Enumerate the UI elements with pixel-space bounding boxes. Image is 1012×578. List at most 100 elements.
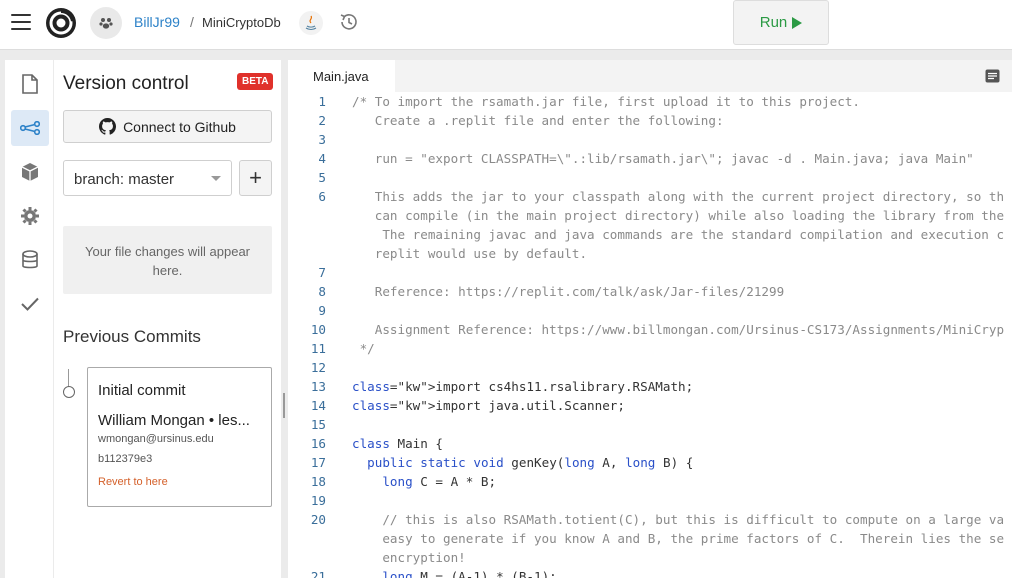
line-text: /* To import the rsamath.jar file, first… [352, 94, 860, 109]
line-number: 18 [310, 474, 326, 489]
commit-author: William Mongan • les... [98, 412, 250, 429]
line-number: 12 [310, 360, 326, 375]
line-text: class Main { [352, 436, 443, 451]
line-number: 2 [318, 113, 326, 128]
code-line: 9 [288, 301, 1012, 320]
line-text: replit would use by default. [352, 246, 588, 261]
settings-gear-icon[interactable] [11, 198, 49, 234]
path-separator: / [190, 14, 194, 30]
code-line: 10 Assignment Reference: https://www.bil… [288, 320, 1012, 339]
line-number: 5 [318, 170, 326, 185]
replit-logo-icon[interactable] [45, 7, 77, 39]
line-text: This adds the jar to your classpath alon… [352, 189, 1005, 204]
line-number: 9 [318, 303, 326, 318]
code-line: 19 [288, 491, 1012, 510]
line-text: public static void genKey(long A, long B… [367, 455, 694, 470]
code-line: 12 [288, 358, 1012, 377]
code-line: 13 class="kw">import cs4hs11.rsalibrary.R… [288, 377, 1012, 396]
changes-placeholder: Your file changes will appear here. [63, 226, 272, 294]
commit-card[interactable]: Initial commit William Mongan • les... w… [87, 367, 272, 507]
code-line: 14 class="kw">import java.util.Scanner; [288, 396, 1012, 415]
line-number: 20 [310, 512, 326, 527]
beta-badge: BETA [237, 73, 274, 90]
tab-main-java[interactable]: Main.java [288, 60, 395, 92]
code-line: 7 [288, 263, 1012, 282]
commit-email: wmongan@ursinus.edu [98, 433, 214, 445]
code-line: can compile (in the main project directo… [288, 206, 1012, 225]
branch-select[interactable]: branch: master [63, 160, 232, 196]
unit-tests-check-icon[interactable] [11, 286, 49, 322]
panel-title: Version control [63, 73, 189, 94]
line-text: */ [352, 341, 375, 356]
line-number: 3 [318, 132, 326, 147]
run-label: Run [759, 14, 788, 31]
hamburger-menu-icon[interactable] [11, 14, 31, 30]
previous-commits-heading: Previous Commits [63, 327, 201, 346]
chevron-down-icon [211, 176, 221, 181]
code-line: 3 [288, 130, 1012, 149]
line-text: easy to generate if you know A and B, th… [352, 531, 1005, 546]
line-number: 21 [310, 569, 326, 578]
code-line: 4 run = "export CLASSPATH=\".:lib/rsamat… [288, 149, 1012, 168]
line-text: Assignment Reference: https://www.billmo… [352, 322, 1005, 337]
commit-message: Initial commit [98, 382, 186, 399]
code-line: The remaining javac and java commands ar… [288, 225, 1012, 244]
line-text: The remaining javac and java commands ar… [352, 227, 1005, 242]
code-line: 2 Create a .replit file and enter the fo… [288, 111, 1012, 130]
branch-value: branch: master [74, 171, 175, 188]
history-icon[interactable] [338, 11, 360, 33]
owner-link[interactable]: BillJr99 [134, 14, 180, 30]
line-number: 13 [310, 379, 326, 394]
line-number: 16 [310, 436, 326, 451]
commit-hash: b112379e3 [98, 453, 153, 465]
code-line: 16 class Main { [288, 434, 1012, 453]
github-icon [99, 118, 117, 135]
connect-github-button[interactable]: Connect to Github [63, 110, 272, 143]
code-line: 20 // this is also RSAMath.totient(C), b… [288, 510, 1012, 529]
timeline-dot [63, 386, 75, 398]
line-text: run = "export CLASSPATH=\".:lib/rsamath.… [352, 151, 974, 166]
packages-icon[interactable] [11, 154, 49, 190]
line-text: encryption! [352, 550, 466, 565]
version-control-icon[interactable] [11, 110, 49, 146]
line-number: 6 [318, 189, 326, 204]
line-number: 14 [310, 398, 326, 413]
code-line: 1 /* To import the rsamath.jar file, firs… [288, 92, 1012, 111]
code-line: 8 Reference: https://replit.com/talk/ask… [288, 282, 1012, 301]
line-number: 10 [310, 322, 326, 337]
revert-link[interactable]: Revert to here [98, 476, 261, 488]
repl-name[interactable]: MiniCryptoDb [202, 15, 281, 30]
panel-resize-handle[interactable] [283, 393, 285, 418]
github-button-label: Connect to Github [123, 118, 236, 135]
line-text: // this is also RSAMath.totient(C), but … [352, 512, 1005, 527]
code-editor: Main.java 1 /* To import the rsamath.jar … [288, 60, 1012, 578]
run-button[interactable]: Run [733, 0, 829, 45]
line-number: 8 [318, 284, 326, 299]
line-text: class="kw">import java.util.Scanner; [352, 398, 625, 413]
editor-tab-bar: Main.java [288, 60, 1012, 92]
add-branch-button[interactable]: + [239, 160, 272, 196]
editor-menu-icon[interactable] [985, 69, 1000, 83]
code-line: 15 [288, 415, 1012, 434]
line-number: 7 [318, 265, 326, 280]
code-line: 11 */ [288, 339, 1012, 358]
database-icon[interactable] [11, 242, 49, 278]
code-line: 21 long M = (A-1) * (B-1); [288, 567, 1012, 578]
code-line: replit would use by default. [288, 244, 1012, 263]
line-text: can compile (in the main project directo… [352, 208, 1005, 223]
code-line: 5 [288, 168, 1012, 187]
java-language-icon [299, 11, 323, 35]
line-text: Reference: https://replit.com/talk/ask/J… [352, 284, 785, 299]
line-number: 4 [318, 151, 326, 166]
code-area[interactable]: 1 /* To import the rsamath.jar file, firs… [288, 92, 1012, 578]
sidebar-rail [5, 60, 53, 578]
line-number: 15 [310, 417, 326, 432]
line-number: 19 [310, 493, 326, 508]
code-line: 18 long C = A * B; [288, 472, 1012, 491]
line-text: long M = (A-1) * (B-1); [382, 569, 557, 578]
play-icon [792, 16, 803, 29]
files-icon[interactable] [11, 66, 49, 102]
top-bar: BillJr99 / MiniCryptoDb Run [0, 0, 1012, 50]
user-avatar[interactable] [90, 7, 122, 39]
code-line: 17 public static void genKey(long A, lon… [288, 453, 1012, 472]
